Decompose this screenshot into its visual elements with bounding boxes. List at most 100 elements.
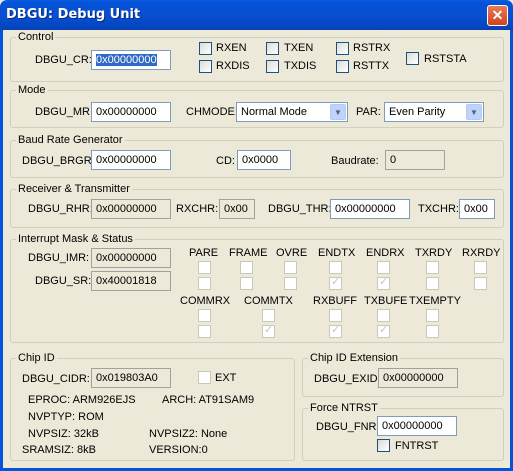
baud-legend: Baud Rate Generator xyxy=(16,134,125,146)
window-title: DBGU: Debug Unit xyxy=(6,7,141,22)
txdis-label: TXDIS xyxy=(284,60,317,72)
rststa-checkbox[interactable] xyxy=(406,52,419,65)
par-label: PAR: xyxy=(356,106,381,118)
rxbuff-mask-checkbox xyxy=(329,309,342,322)
rxtx-legend: Receiver & Transmitter xyxy=(16,183,132,195)
nvpsiz-text: NVPSIZ: 32kB xyxy=(28,428,99,440)
rstrx-label: RSTRX xyxy=(353,42,391,54)
chipid-legend: Chip ID xyxy=(16,352,57,364)
commrx-mask-checkbox xyxy=(198,309,211,322)
txdis-checkbox[interactable] xyxy=(266,60,279,73)
fnr-field[interactable]: 0x00000000 xyxy=(377,416,457,436)
fntrst-checkbox[interactable] xyxy=(377,439,390,452)
sr-field: 0x40001818 xyxy=(91,271,171,291)
txempty-label: TXEMPTY xyxy=(409,295,461,307)
chevron-down-icon[interactable]: ▼ xyxy=(466,104,482,120)
brgr-field[interactable]: 0x00000000 xyxy=(91,150,171,170)
nvptyp-text: NVPTYP: ROM xyxy=(28,411,104,423)
ovre-mask-checkbox xyxy=(284,261,297,274)
arch-text: ARCH: AT91SAM9 xyxy=(162,394,255,406)
txbufe-status-checkbox: ✓ xyxy=(377,324,390,338)
ovre-label: OVRE xyxy=(276,247,308,259)
ntrst-legend: Force NTRST xyxy=(308,402,380,414)
txchr-field[interactable]: 0x00 xyxy=(459,199,495,219)
cidr-field: 0x019803A0 xyxy=(91,368,171,388)
endtx-status-checkbox: ✓ xyxy=(329,276,342,290)
sr-label: DBGU_SR: xyxy=(35,275,92,287)
frame-mask-checkbox xyxy=(240,261,253,274)
endrx-mask-checkbox xyxy=(377,261,390,274)
chmode-label: CHMODE: xyxy=(186,106,238,118)
thr-field[interactable]: 0x00000000 xyxy=(330,199,410,219)
interrupt-legend: Interrupt Mask & Status xyxy=(16,233,135,245)
txbufe-label: TXBUFE xyxy=(364,295,408,307)
txen-label: TXEN xyxy=(284,42,314,54)
txrdy-label: TXRDY xyxy=(415,247,453,259)
rxdis-checkbox[interactable] xyxy=(199,60,212,73)
rsttx-label: RSTTX xyxy=(353,60,390,72)
sramsiz-text: SRAMSIZ: 8kB xyxy=(22,444,96,456)
rxchr-label: RXCHR: xyxy=(176,203,219,215)
title-bar: DBGU: Debug Unit ✕ xyxy=(0,0,513,30)
mr-field[interactable]: 0x00000000 xyxy=(91,102,171,122)
commrx-status-checkbox xyxy=(198,325,211,338)
fnr-label: DBGU_FNR: xyxy=(316,421,380,433)
ovre-status-checkbox xyxy=(284,277,297,290)
frame-status-checkbox xyxy=(240,277,253,290)
txchr-label: TXCHR: xyxy=(418,203,459,215)
endrx-status-checkbox: ✓ xyxy=(377,276,390,290)
eproc-text: EPROC: ARM926EJS xyxy=(28,394,136,406)
ext-checkbox xyxy=(198,371,211,384)
baudrate-label: Baudrate: xyxy=(331,155,379,167)
rxrdy-mask-checkbox xyxy=(474,261,487,274)
commtx-status-checkbox: ✓ xyxy=(262,324,275,338)
chipid-ext-legend: Chip ID Extension xyxy=(308,352,401,364)
endrx-label: ENDRX xyxy=(366,247,405,259)
pare-status-checkbox xyxy=(198,277,211,290)
rxbuff-status-checkbox: ✓ xyxy=(329,324,342,338)
rhr-field: 0x00000000 xyxy=(91,199,171,219)
rxen-checkbox[interactable] xyxy=(199,42,212,55)
rhr-label: DBGU_RHR: xyxy=(28,203,93,215)
control-legend: Control xyxy=(16,31,56,43)
imr-label: DBGU_IMR: xyxy=(28,252,90,264)
cr-field[interactable]: 0x00000000 xyxy=(91,50,171,70)
rstrx-checkbox[interactable] xyxy=(336,42,349,55)
rxchr-field: 0x00 xyxy=(219,199,255,219)
chevron-down-icon[interactable]: ▼ xyxy=(330,104,346,120)
mr-label: DBGU_MR: xyxy=(35,106,94,118)
cd-field[interactable]: 0x0000 xyxy=(237,150,291,170)
rxdis-label: RXDIS xyxy=(216,60,250,72)
txen-checkbox[interactable] xyxy=(266,42,279,55)
chmode-value: Normal Mode xyxy=(241,106,308,118)
chmode-select[interactable]: Normal Mode ▼ xyxy=(236,102,348,122)
rsttx-checkbox[interactable] xyxy=(336,60,349,73)
brgr-label: DBGU_BRGR: xyxy=(22,155,95,167)
txrdy-mask-checkbox xyxy=(426,261,439,274)
commrx-label: COMMRX xyxy=(180,295,231,307)
cd-label: CD: xyxy=(216,155,235,167)
fntrst-label: FNTRST xyxy=(395,440,439,452)
mode-legend: Mode xyxy=(16,84,48,96)
par-select[interactable]: Even Parity ▼ xyxy=(384,102,484,122)
exid-label: DBGU_EXID: xyxy=(314,373,381,385)
txrdy-status-checkbox xyxy=(426,277,439,290)
txempty-status-checkbox xyxy=(426,325,439,338)
frame-label: FRAME xyxy=(229,247,268,259)
pare-mask-checkbox xyxy=(198,261,211,274)
close-button[interactable]: ✕ xyxy=(487,5,508,26)
rxrdy-label: RXRDY xyxy=(462,247,501,259)
cr-label: DBGU_CR: xyxy=(35,54,92,66)
nvpsiz2-text: NVPSIZ2: None xyxy=(149,428,228,440)
imr-field: 0x00000000 xyxy=(91,248,171,268)
baudrate-field: 0 xyxy=(385,150,445,170)
commtx-mask-checkbox xyxy=(262,309,275,322)
par-value: Even Parity xyxy=(389,106,446,118)
rxrdy-status-checkbox xyxy=(474,277,487,290)
endtx-label: ENDTX xyxy=(318,247,356,259)
ext-label: EXT xyxy=(215,372,237,384)
rxbuff-label: RXBUFF xyxy=(313,295,357,307)
cidr-label: DBGU_CIDR: xyxy=(22,373,90,385)
endtx-mask-checkbox xyxy=(329,261,342,274)
exid-field: 0x00000000 xyxy=(378,368,458,388)
